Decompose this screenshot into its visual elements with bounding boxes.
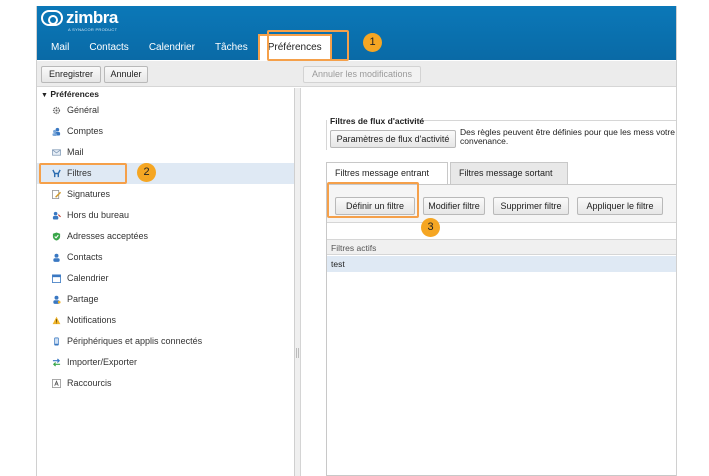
gear-icon: [52, 106, 61, 115]
sidebar-item-label: Adresses acceptées: [67, 231, 149, 241]
sidebar-item-label: Notifications: [67, 315, 117, 325]
device-icon: [54, 337, 59, 346]
sidebar-item-devices[interactable]: Périphériques et applis connectés: [37, 331, 294, 352]
sidebar-item-contacts[interactable]: Contacts: [37, 247, 294, 268]
logo-subtext: A SYNACOR PRODUCT: [68, 27, 118, 32]
apply-filter-button[interactable]: Appliquer le filtre: [577, 197, 663, 215]
tab-contacts[interactable]: Contacts: [79, 38, 138, 60]
calendar-icon: [52, 274, 61, 283]
sidebar-item-label: Général: [67, 105, 100, 115]
section-title: Filtres de flux d'activité: [330, 116, 425, 126]
sidebar-item-signatures[interactable]: Signatures: [37, 184, 294, 205]
tab-outgoing-filters[interactable]: Filtres message sortant: [450, 162, 568, 184]
app-window: zimbra A SYNACOR PRODUCT Mail Contacts C…: [36, 6, 677, 476]
signature-icon: [52, 190, 61, 199]
activity-stream-settings-button[interactable]: Paramètres de flux d'activité: [330, 130, 456, 148]
callout-badge-2: 2: [137, 163, 156, 182]
sidebar-item-shortcuts[interactable]: Raccourcis: [37, 373, 294, 394]
bell-icon: [52, 316, 61, 325]
undo-changes-button[interactable]: Annuler les modifications: [303, 66, 421, 83]
collapse-triangle-icon[interactable]: ▼: [41, 92, 48, 99]
activity-stream-description: Des règles peuvent être définies pour qu…: [460, 127, 675, 146]
splitter-grip-icon[interactable]: [296, 348, 299, 358]
modify-filter-button[interactable]: Modifier filtre: [423, 197, 485, 215]
sidebar-item-general[interactable]: Général: [37, 100, 294, 121]
tab-calendar[interactable]: Calendrier: [139, 38, 205, 60]
highlight-preferences-tab: [267, 30, 349, 61]
sidebar-item-import-export[interactable]: Importer/Exporter: [37, 352, 294, 373]
cancel-button[interactable]: Annuler: [104, 66, 148, 83]
tab-mail[interactable]: Mail: [41, 38, 79, 60]
shield-check-icon: [52, 232, 61, 241]
sidebar-item-label: Contacts: [67, 252, 103, 262]
filters-content: Filtres de flux d'activité Paramètres de…: [302, 88, 676, 476]
filter-list-item[interactable]: test: [327, 256, 676, 272]
incoming-filters-panel: Définir un filtre Modifier filtre Suppri…: [326, 184, 676, 476]
sidebar-item-label: Calendrier: [67, 273, 109, 283]
sidebar-item-label: Comptes: [67, 126, 104, 136]
sidebar-header[interactable]: ▼ Préférences: [37, 88, 294, 100]
import-export-icon: [52, 358, 61, 367]
sidebar-item-label: Mail: [67, 147, 84, 157]
fieldset-divider: [402, 120, 676, 121]
active-filters-header: Filtres actifs: [327, 239, 676, 255]
pane-splitter[interactable]: [295, 88, 301, 476]
highlight-define-filter: [327, 182, 419, 218]
sidebar-item-notifications[interactable]: Notifications: [37, 310, 294, 331]
app-header: zimbra A SYNACOR PRODUCT Mail Contacts C…: [37, 6, 676, 60]
sidebar-item-label: Signatures: [67, 189, 111, 199]
sidebar-item-sharing[interactable]: Partage: [37, 289, 294, 310]
highlight-filters-item: [39, 163, 127, 184]
sidebar-item-mail[interactable]: Mail: [37, 142, 294, 163]
sidebar-item-accounts[interactable]: Comptes: [37, 121, 294, 142]
contact-icon: [53, 253, 60, 262]
mail-icon: [52, 149, 61, 156]
zimbra-logo-icon: [41, 10, 63, 26]
logo-text: zimbra: [66, 8, 118, 27]
main-tabbar: Mail Contacts Calendrier Tâches Préféren…: [37, 34, 676, 60]
sidebar-item-label: Hors du bureau: [67, 210, 130, 220]
out-of-office-icon: [52, 211, 61, 220]
delete-filter-button[interactable]: Supprimer filtre: [493, 197, 569, 215]
sidebar-item-label: Importer/Exporter: [67, 357, 138, 367]
sharing-icon: [53, 295, 61, 304]
sidebar-item-label: Raccourcis: [67, 378, 112, 388]
sidebar-item-calendar[interactable]: Calendrier: [37, 268, 294, 289]
callout-badge-1: 1: [363, 33, 382, 52]
sidebar-item-out-of-office[interactable]: Hors du bureau: [37, 205, 294, 226]
sidebar-title: Préférences: [50, 89, 99, 99]
preferences-toolbar: Enregistrer Annuler Annuler les modifica…: [37, 61, 676, 87]
tab-tasks[interactable]: Tâches: [205, 38, 258, 60]
sidebar-item-accepted-addresses[interactable]: Adresses acceptées: [37, 226, 294, 247]
callout-badge-3: 3: [421, 218, 440, 237]
sidebar-item-label: Périphériques et applis connectés: [67, 336, 203, 346]
accounts-icon: [52, 127, 61, 136]
save-button[interactable]: Enregistrer: [41, 66, 101, 83]
preferences-sidebar: ▼ Préférences Général Comptes Mail Filtr…: [37, 88, 295, 476]
sidebar-item-label: Partage: [67, 294, 99, 304]
keyboard-icon: [52, 379, 61, 388]
zimbra-logo[interactable]: zimbra A SYNACOR PRODUCT: [41, 8, 118, 32]
